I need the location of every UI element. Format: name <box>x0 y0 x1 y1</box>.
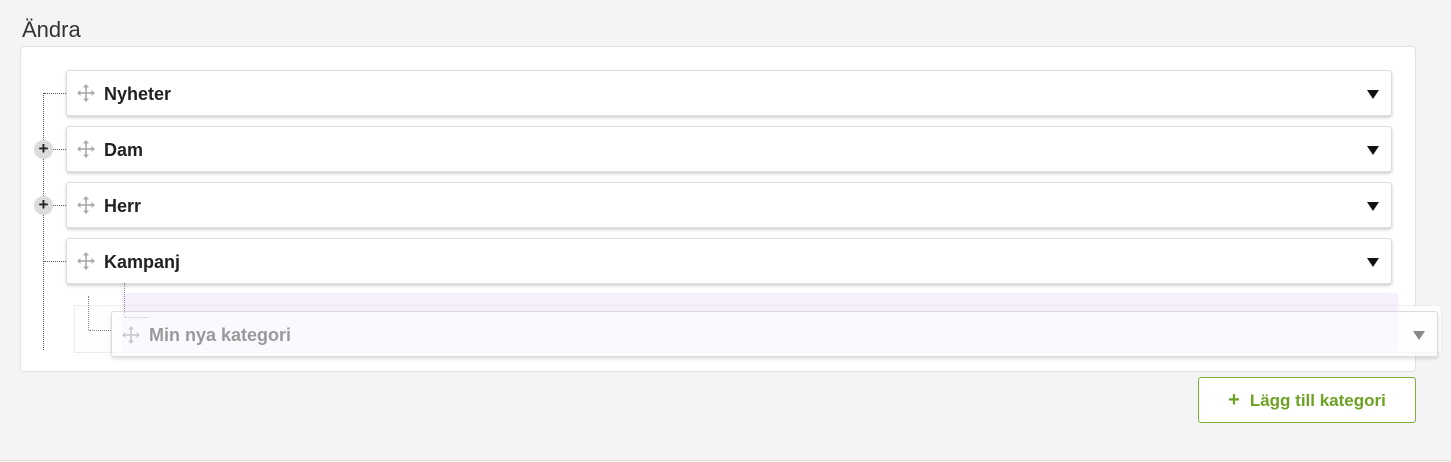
category-item-kampanj[interactable]: Kampanj <box>66 238 1392 284</box>
caret-down-icon[interactable] <box>1367 90 1379 99</box>
expand-dam-button[interactable]: + <box>34 140 53 159</box>
dragging-category-item[interactable]: Min nya kategori <box>111 311 1438 357</box>
expand-herr-button[interactable]: + <box>34 196 53 215</box>
move-arrows-icon[interactable] <box>77 196 95 214</box>
category-item-herr[interactable]: Herr <box>66 182 1392 228</box>
caret-down-icon[interactable] <box>1413 331 1425 340</box>
caret-down-icon[interactable] <box>1367 202 1379 211</box>
add-category-label: Lägg till kategori <box>1249 391 1386 410</box>
category-label: Kampanj <box>104 252 181 272</box>
tree-connector <box>44 261 66 262</box>
category-label: Dam <box>104 140 144 160</box>
category-item-nyheter[interactable]: Nyheter <box>66 70 1392 116</box>
tree-connector <box>89 330 111 331</box>
category-item-dam[interactable]: Dam <box>66 126 1392 172</box>
move-arrows-icon[interactable] <box>77 140 95 158</box>
category-label: Herr <box>104 196 142 216</box>
plus-icon: + <box>1228 389 1240 411</box>
section-title: Ändra <box>22 17 81 42</box>
caret-down-icon[interactable] <box>1367 146 1379 155</box>
move-arrows-icon[interactable] <box>122 326 140 344</box>
caret-down-icon[interactable] <box>1367 258 1379 267</box>
category-label: Nyheter <box>104 84 172 104</box>
tree-connector <box>44 93 66 94</box>
tree-line <box>43 93 44 350</box>
tree-connector <box>88 296 89 330</box>
divider <box>0 460 1451 461</box>
category-label: Min nya kategori <box>149 325 292 345</box>
move-arrows-icon[interactable] <box>77 252 95 270</box>
add-category-button[interactable]: + Lägg till kategori <box>1198 377 1416 423</box>
move-arrows-icon[interactable] <box>77 84 95 102</box>
